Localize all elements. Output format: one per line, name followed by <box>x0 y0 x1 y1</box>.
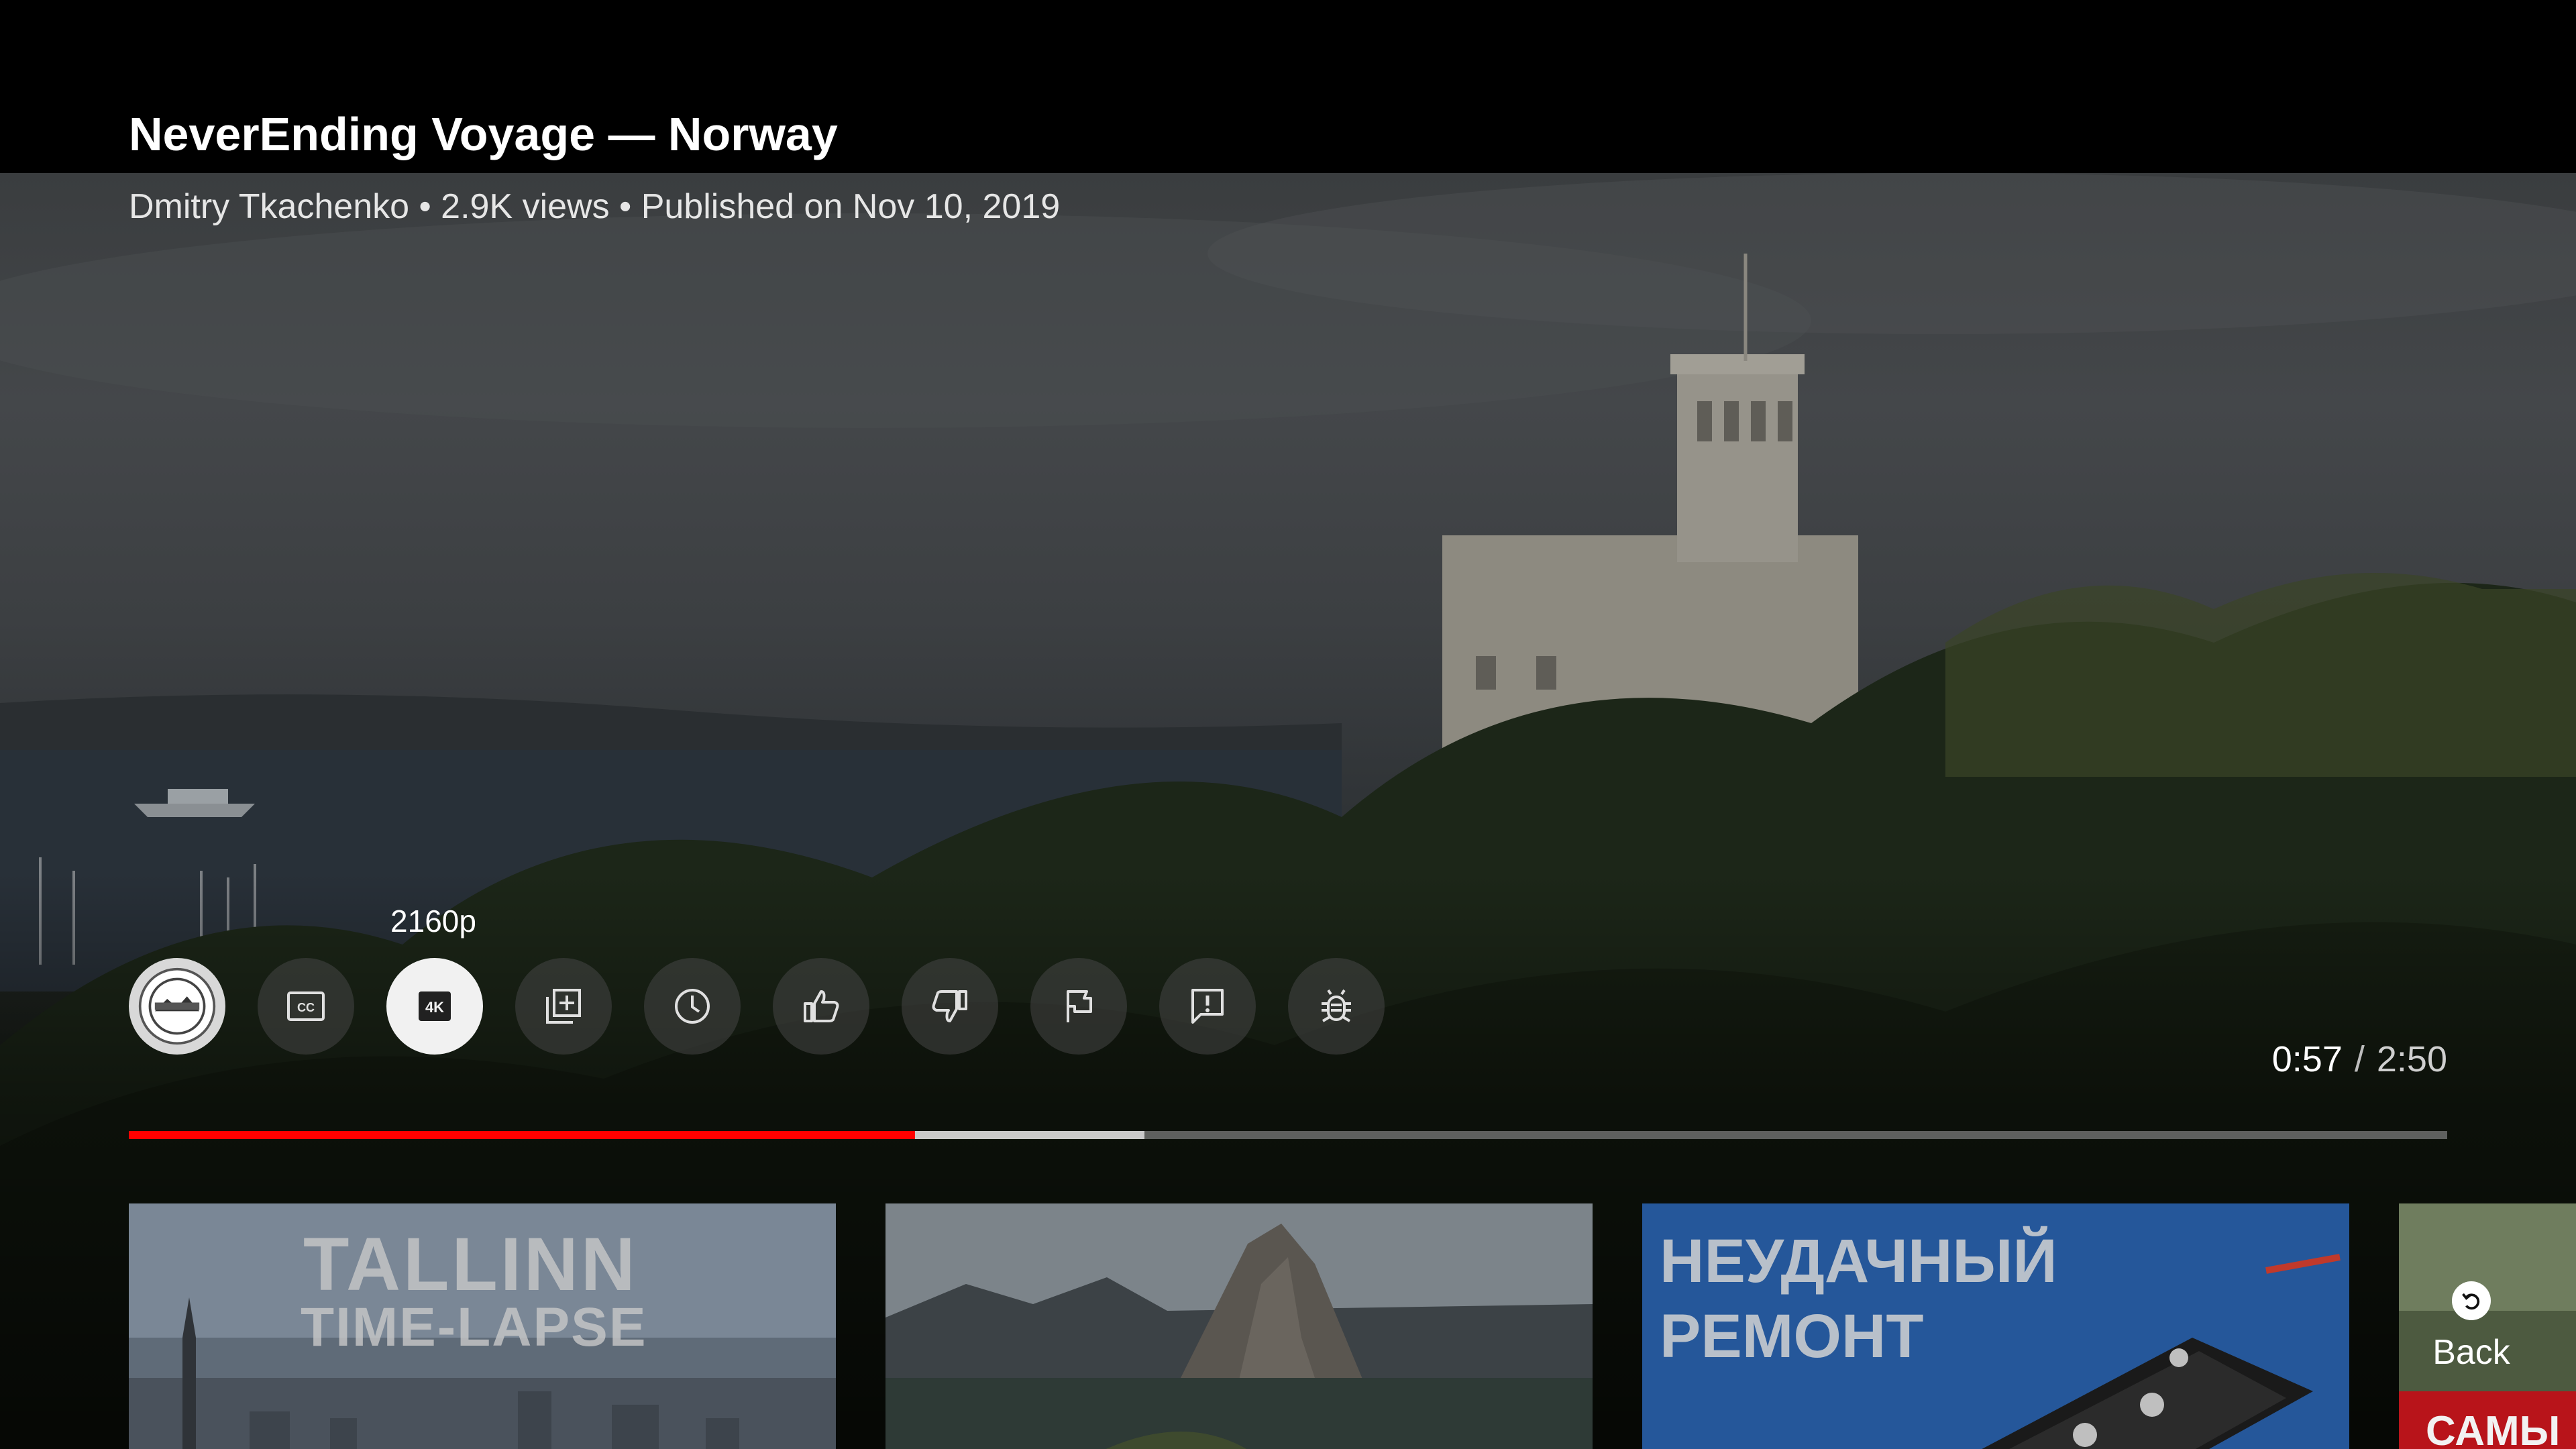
flag-icon <box>1067 990 1092 1022</box>
video-meta: Dmitry Tkachenko • 2.9K views • Publishe… <box>129 187 1061 226</box>
card-title-line1: САМЫ <box>2426 1408 2561 1449</box>
card-title-line1: TALLINN <box>303 1222 638 1306</box>
back-label: Back <box>2432 1333 2510 1372</box>
clock-icon <box>675 989 710 1024</box>
subtitles-button[interactable]: CC <box>258 958 354 1055</box>
4k-icon-text: 4K <box>425 999 444 1016</box>
card-title-line2: РЕМОНТ <box>1660 1302 1924 1371</box>
bug-icon <box>1322 989 1351 1022</box>
quality-button[interactable]: 4K <box>386 958 483 1055</box>
channel-avatar-button[interactable] <box>129 958 225 1055</box>
dislike-button[interactable] <box>902 958 998 1055</box>
seek-bar[interactable] <box>129 1131 2447 1139</box>
card-title-line2: TIME-LAPSE <box>301 1297 647 1358</box>
feedback-button[interactable] <box>1159 958 1256 1055</box>
4k-icon: 4K <box>419 991 451 1021</box>
back-icon <box>2452 1281 2491 1320</box>
suggestion-card-repair[interactable]: НЕУДАЧНЫЙ РЕМОНТ <box>1642 1203 2349 1449</box>
feedback-icon <box>1191 989 1224 1024</box>
time-separator: / <box>2354 1039 2365 1079</box>
thumbs-down-icon <box>932 990 967 1022</box>
add-to-playlist-button[interactable] <box>515 958 612 1055</box>
player-screen: NeverEnding Voyage — Norway Dmitry Tkach… <box>0 0 2576 1449</box>
card-title-line1: НЕУДАЧНЫЙ <box>1660 1227 2057 1295</box>
watch-later-button[interactable] <box>644 958 741 1055</box>
back-hint[interactable]: Back <box>2411 1281 2532 1373</box>
like-button[interactable] <box>773 958 869 1055</box>
report-button[interactable] <box>1030 958 1127 1055</box>
suggestion-card-mountain[interactable] <box>885 1203 1593 1449</box>
thumbs-up-icon <box>804 990 839 1022</box>
suggestion-card-tallinn[interactable]: TALLINN TIME-LAPSE <box>129 1203 836 1449</box>
total-time: 2:50 <box>2376 1039 2447 1079</box>
mountain-thumbnail <box>885 1203 1593 1449</box>
current-time: 0:57 <box>2271 1039 2343 1079</box>
video-title: NeverEnding Voyage — Norway <box>129 108 838 160</box>
played-progress <box>129 1131 915 1139</box>
playlist-add-icon <box>546 989 581 1024</box>
cc-icon-text: CC <box>297 1001 315 1014</box>
cc-icon: CC <box>287 991 325 1021</box>
debug-button[interactable] <box>1288 958 1385 1055</box>
quality-tooltip: 2160p <box>390 904 476 938</box>
channel-logo-icon <box>138 967 216 1045</box>
time-readout: 0:57 / 2:50 <box>2272 1038 2447 1080</box>
